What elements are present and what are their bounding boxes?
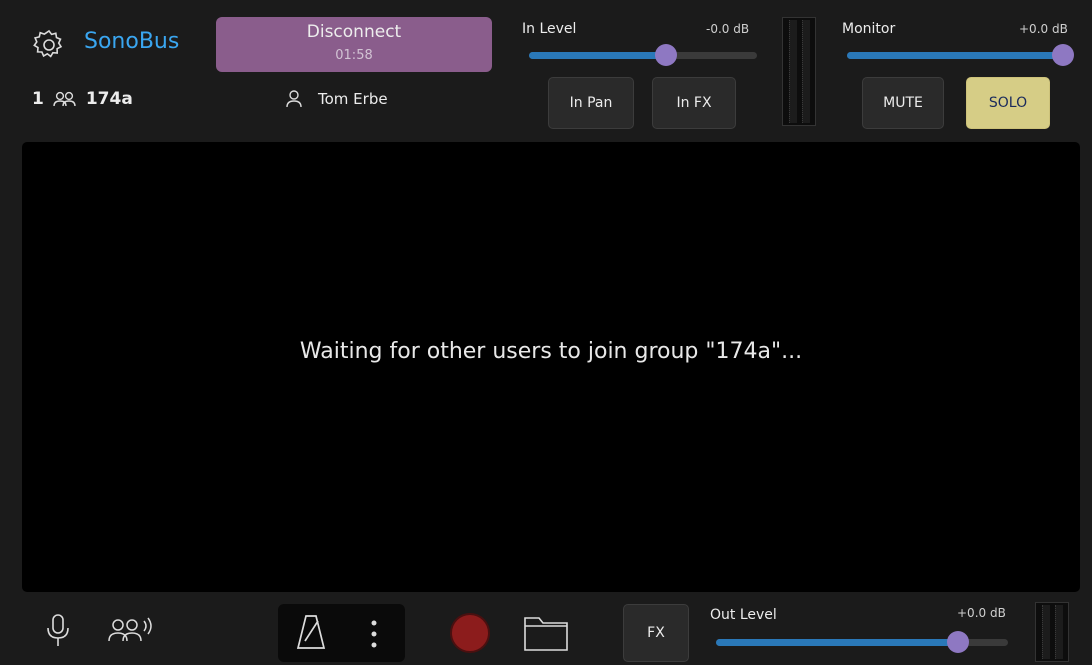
peers-area: Waiting for other users to join group "1… [22, 142, 1080, 592]
output-meter-right-channel [1055, 605, 1063, 659]
in-level-db: -0.0 dB [706, 22, 750, 36]
user-icon [284, 89, 304, 109]
monitor-label: Monitor [842, 21, 896, 37]
microphone-icon[interactable] [45, 613, 71, 649]
in-level-label: In Level [522, 21, 577, 37]
in-fx-button[interactable]: In FX [652, 77, 736, 129]
group-info[interactable]: 1 174a [32, 89, 133, 109]
out-level-fill [716, 639, 958, 646]
monitor-slider[interactable] [847, 44, 1074, 66]
out-level-slider[interactable] [716, 631, 1008, 653]
app-title: SonoBus [84, 29, 180, 54]
solo-button[interactable]: SOLO [966, 77, 1050, 129]
elapsed-time: 01:58 [335, 48, 373, 63]
settings-gear-icon[interactable] [32, 28, 66, 62]
group-chat-icon[interactable] [106, 615, 158, 647]
input-level-meter [782, 17, 816, 126]
more-vertical-icon[interactable] [369, 618, 379, 650]
record-button[interactable] [450, 613, 490, 653]
disconnect-button[interactable]: Disconnect 01:58 [216, 17, 492, 72]
monitor-db: +0.0 dB [1019, 22, 1068, 36]
folder-icon[interactable] [523, 614, 569, 652]
user-info: Tom Erbe [284, 89, 388, 109]
monitor-fill [847, 52, 1063, 59]
waiting-message: Waiting for other users to join group "1… [299, 339, 803, 364]
in-pan-button[interactable]: In Pan [548, 77, 634, 129]
in-level-knob[interactable] [655, 44, 677, 66]
in-level-slider[interactable] [529, 44, 757, 66]
users-icon [52, 90, 78, 108]
out-level-knob[interactable] [947, 631, 969, 653]
output-level-meter [1035, 602, 1069, 662]
user-name: Tom Erbe [318, 90, 388, 108]
input-meter-right-channel [802, 20, 810, 123]
user-count: 1 [32, 89, 44, 109]
metronome-icon[interactable] [296, 613, 326, 651]
output-meter-left-channel [1042, 605, 1050, 659]
out-level-db: +0.0 dB [957, 606, 1006, 620]
input-meter-left-channel [789, 20, 797, 123]
fx-button[interactable]: FX [623, 604, 689, 662]
out-level-label: Out Level [710, 607, 777, 623]
monitor-knob[interactable] [1052, 44, 1074, 66]
group-name: 174a [85, 89, 133, 109]
mute-button[interactable]: MUTE [862, 77, 944, 129]
in-level-fill [529, 52, 666, 59]
disconnect-label: Disconnect [306, 22, 402, 42]
